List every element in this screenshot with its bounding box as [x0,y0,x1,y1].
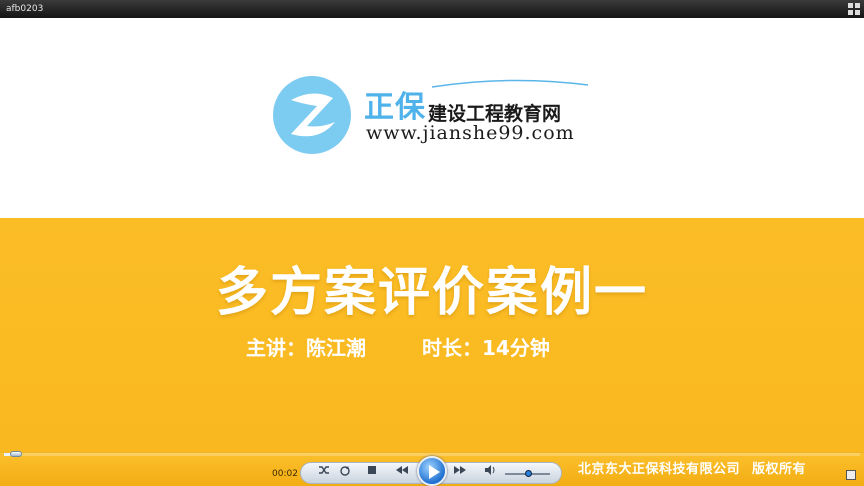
play-button[interactable] [417,456,447,486]
window-titlebar: afb0203 [0,0,864,18]
current-time: 00:02 [272,469,298,479]
video-area[interactable]: 正保 建设工程教育网 www.jianshe99.com 多方案评价案例一 主讲：… [0,18,864,452]
repeat-icon[interactable] [336,465,354,481]
brand-name-main: 正保 [364,90,426,125]
copyright-company: 北京东大正保科技有限公司 [578,462,741,477]
copyright-notice: 北京东大正保科技有限公司 版权所有 [578,458,806,477]
fast-forward-icon[interactable] [451,465,469,481]
seek-handle[interactable] [10,451,23,457]
window-title: afb0203 [6,4,44,14]
brand-name: 正保 建设工程教育网 [364,82,561,125]
brand-url: www.jianshe99.com [366,122,575,144]
lecturer-label: 主讲：陈江潮 [246,336,366,360]
switch-layout-icon[interactable] [848,3,860,15]
shuffle-icon[interactable] [315,465,333,481]
volume-slider[interactable] [505,470,550,477]
copyright-rights: 版权所有 [752,462,807,477]
rewind-icon[interactable] [393,465,411,481]
course-title: 多方案评价案例一 [215,263,648,323]
player-controlbar: 00:02 北京东大正保科技有限公司 版权所有 [0,451,864,486]
course-meta: 主讲：陈江潮 时长：14分钟 [246,332,550,361]
volume-icon[interactable] [481,465,499,481]
brand-logo-icon [273,76,351,154]
stop-icon[interactable] [363,465,381,481]
fullscreen-icon[interactable] [846,470,856,480]
duration-label: 时长：14分钟 [422,336,550,360]
play-icon [429,465,440,479]
volume-handle[interactable] [524,470,532,477]
